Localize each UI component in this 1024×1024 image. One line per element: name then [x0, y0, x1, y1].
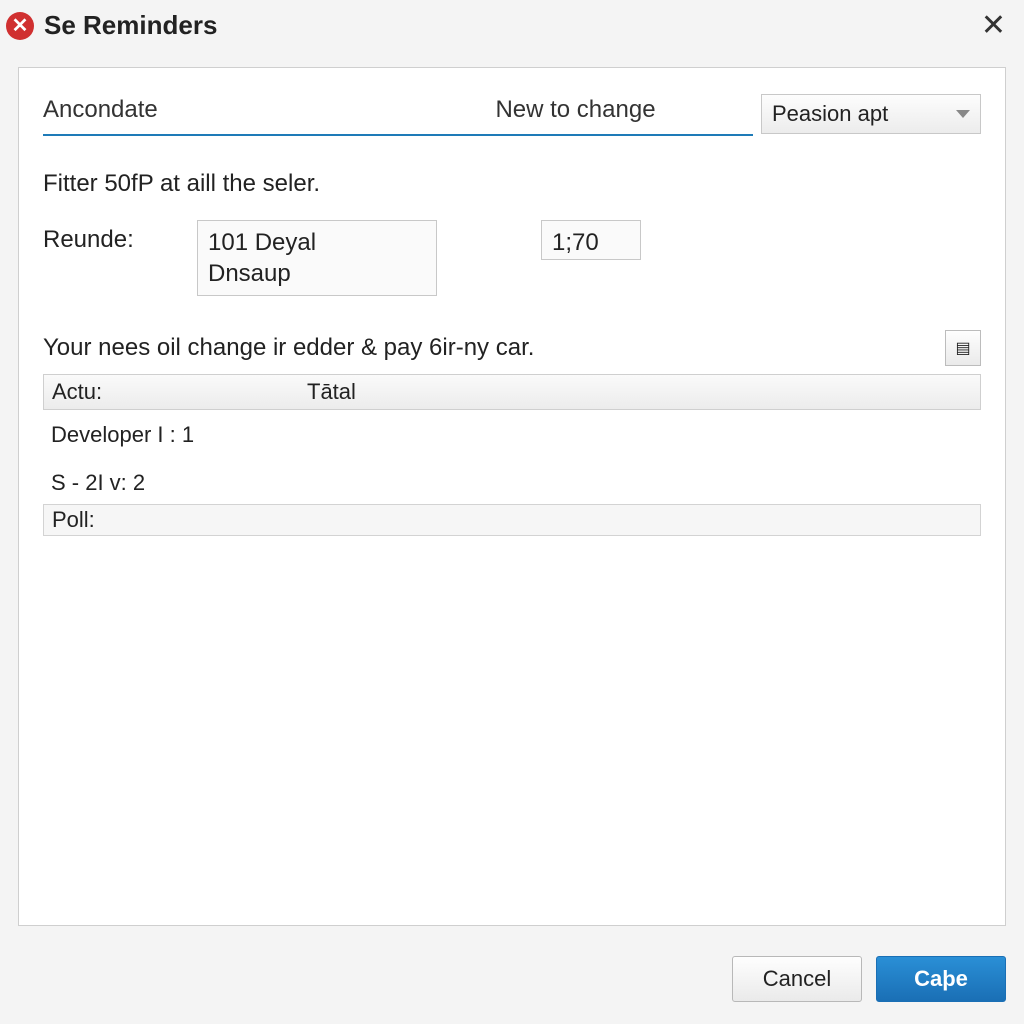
reunde-row: Reunde: 101 Deyal Dnsaup 1;70: [43, 220, 981, 296]
tab-new-to-change[interactable]: New to change: [398, 92, 753, 134]
ok-button[interactable]: Caþe: [876, 956, 1006, 1002]
note-row: Your nees oil change ir edder & pay 6ir-…: [43, 330, 981, 366]
error-icon: ✕: [6, 12, 34, 40]
tabs-row: Ancondate New to change Peasion apt: [43, 92, 981, 136]
reunde-field-1[interactable]: 101 Deyal Dnsaup: [197, 220, 437, 296]
dialog-title: Se Reminders: [44, 10, 217, 41]
chevron-down-icon: [956, 110, 970, 118]
col-actu[interactable]: Actu:: [52, 379, 307, 405]
poll-label: Poll:: [52, 507, 95, 532]
config-icon: ▤: [955, 338, 970, 358]
peasion-dropdown[interactable]: Peasion apt: [761, 94, 981, 134]
content-panel: Ancondate New to change Peasion apt Fitt…: [18, 67, 1006, 926]
reunde-label: Reunde:: [43, 220, 173, 254]
poll-row: Poll:: [43, 504, 981, 536]
tab-ancondate[interactable]: Ancondate: [43, 92, 398, 134]
dialog-window: ✕ Se Reminders ✕ Ancondate New to change…: [0, 0, 1024, 1024]
tabs: Ancondate New to change: [43, 92, 753, 136]
table-row[interactable]: Developer I : 1: [43, 416, 981, 454]
dropdown-value: Peasion apt: [772, 101, 888, 127]
content-wrap: Ancondate New to change Peasion apt Fitt…: [0, 49, 1024, 944]
cancel-button[interactable]: Cancel: [732, 956, 862, 1002]
config-button[interactable]: ▤: [945, 330, 981, 366]
button-bar: Cancel Caþe: [0, 944, 1024, 1024]
close-icon[interactable]: ✕: [973, 6, 1014, 45]
subtitle-text: Fitter 50fP at aill the seler.: [43, 170, 981, 198]
list-area: Developer I : 1 S - 2I v: 2: [43, 416, 981, 502]
col-total[interactable]: Tātal: [307, 379, 356, 405]
table-row[interactable]: S - 2I v: 2: [43, 464, 981, 502]
note-text: Your nees oil change ir edder & pay 6ir-…: [43, 334, 945, 362]
titlebar: ✕ Se Reminders ✕: [0, 0, 1024, 49]
reunde-field-2[interactable]: 1;70: [541, 220, 641, 260]
table-headers: Actu: Tātal: [43, 374, 981, 410]
